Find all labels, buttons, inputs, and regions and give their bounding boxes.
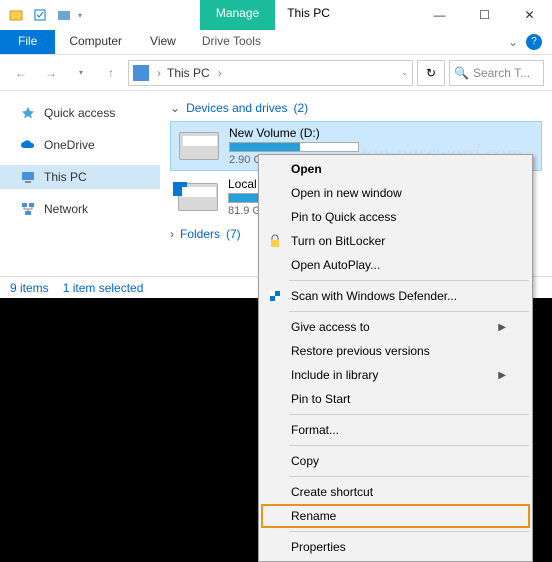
sidebar-item-onedrive[interactable]: OneDrive — [0, 133, 160, 157]
collapse-icon[interactable]: ⌄ — [170, 101, 180, 115]
recent-dropdown[interactable]: ▾ — [68, 60, 94, 86]
ctx-pin-start[interactable]: Pin to Start — [261, 387, 530, 411]
ctx-defender[interactable]: Scan with Windows Defender... — [261, 284, 530, 308]
context-menu: Open Open in new window Pin to Quick acc… — [258, 154, 533, 562]
status-selected: 1 item selected — [63, 281, 144, 295]
search-icon: 🔍 — [454, 66, 469, 80]
sidebar-item-quick-access[interactable]: Quick access — [0, 101, 160, 125]
ctx-bitlocker[interactable]: Turn on BitLocker — [261, 229, 530, 253]
sidebar-label: This PC — [44, 170, 87, 184]
close-button[interactable]: ✕ — [507, 0, 552, 30]
submenu-arrow-icon: ▶ — [498, 370, 506, 381]
pc-icon — [133, 65, 149, 81]
sidebar-item-network[interactable]: Network — [0, 197, 160, 221]
quick-access-toolbar: ▾ — [0, 0, 82, 30]
sidebar-item-this-pc[interactable]: This PC — [0, 165, 160, 189]
properties-icon[interactable] — [30, 5, 50, 25]
forward-button[interactable]: → — [38, 60, 64, 86]
drive-usage-bar — [229, 142, 359, 152]
separator — [289, 531, 529, 532]
search-placeholder: Search T... — [473, 66, 530, 80]
ctx-open-new-window[interactable]: Open in new window — [261, 181, 530, 205]
shield-icon — [267, 288, 283, 304]
menubar: File Computer View Drive Tools ⌄ ? — [0, 30, 552, 55]
section-count: (2) — [293, 101, 308, 115]
ctx-format[interactable]: Format... — [261, 418, 530, 442]
drive-icon — [178, 183, 218, 211]
sidebar-label: OneDrive — [44, 138, 95, 152]
sidebar-label: Quick access — [44, 106, 115, 120]
sidebar: Quick access OneDrive This PC Network — [0, 91, 160, 276]
address-text[interactable]: This PC — [167, 66, 210, 80]
ctx-autoplay[interactable]: Open AutoPlay... — [261, 253, 530, 277]
manage-tab[interactable]: Manage — [200, 0, 275, 30]
submenu-arrow-icon: ▶ — [498, 322, 506, 333]
titlebar: ▾ Manage This PC — ☐ ✕ — [0, 0, 552, 30]
refresh-button[interactable]: ↻ — [417, 60, 445, 86]
section-count: (7) — [226, 227, 241, 241]
sidebar-label: Network — [44, 202, 88, 216]
ctx-pin-quick-access[interactable]: Pin to Quick access — [261, 205, 530, 229]
status-items: 9 items — [10, 281, 49, 295]
expand-icon[interactable]: › — [170, 227, 174, 241]
ctx-include-library[interactable]: Include in library▶ — [261, 363, 530, 387]
address-bar[interactable]: › This PC › ⌄ — [128, 60, 413, 86]
ctx-give-access[interactable]: Give access to▶ — [261, 315, 530, 339]
computer-menu[interactable]: Computer — [55, 30, 136, 54]
separator — [289, 414, 529, 415]
window-controls: — ☐ ✕ — [417, 0, 552, 30]
ctx-properties[interactable]: Properties — [261, 535, 530, 559]
ctx-create-shortcut[interactable]: Create shortcut — [261, 480, 530, 504]
separator — [289, 476, 529, 477]
ctx-copy[interactable]: Copy — [261, 449, 530, 473]
up-button[interactable]: ↑ — [98, 60, 124, 86]
address-dropdown-icon[interactable]: ⌄ — [401, 68, 408, 77]
new-folder-icon[interactable] — [54, 5, 74, 25]
maximize-button[interactable]: ☐ — [462, 0, 507, 30]
navbar: ← → ▾ ↑ › This PC › ⌄ ↻ 🔍 Search T... — [0, 55, 552, 91]
ctx-rename[interactable]: Rename — [261, 504, 530, 528]
search-input[interactable]: 🔍 Search T... — [449, 60, 544, 86]
drive-tools-tab[interactable]: Drive Tools — [190, 30, 273, 54]
section-label: Folders — [180, 227, 220, 241]
ribbon-expand-icon[interactable]: ⌄ — [508, 35, 518, 49]
folder-icon — [6, 5, 26, 25]
drive-icon — [179, 132, 219, 160]
window-title: This PC — [275, 0, 417, 30]
file-menu[interactable]: File — [0, 30, 55, 54]
bitlocker-icon — [267, 233, 283, 249]
ctx-restore[interactable]: Restore previous versions — [261, 339, 530, 363]
minimize-button[interactable]: — — [417, 0, 462, 30]
back-button[interactable]: ← — [8, 60, 34, 86]
pc-icon — [20, 169, 36, 185]
network-icon — [20, 201, 36, 217]
separator — [289, 280, 529, 281]
chevron-right-icon[interactable]: › — [157, 66, 161, 80]
separator — [289, 311, 529, 312]
section-label: Devices and drives — [186, 101, 287, 115]
star-icon — [20, 105, 36, 121]
view-menu[interactable]: View — [136, 30, 190, 54]
ctx-open[interactable]: Open — [261, 157, 530, 181]
help-icon[interactable]: ? — [526, 34, 542, 50]
chevron-right-icon[interactable]: › — [218, 66, 222, 80]
cloud-icon — [20, 137, 36, 153]
separator — [289, 445, 529, 446]
drive-name: New Volume (D:) — [229, 126, 359, 140]
devices-section[interactable]: ⌄ Devices and drives (2) — [170, 97, 542, 119]
